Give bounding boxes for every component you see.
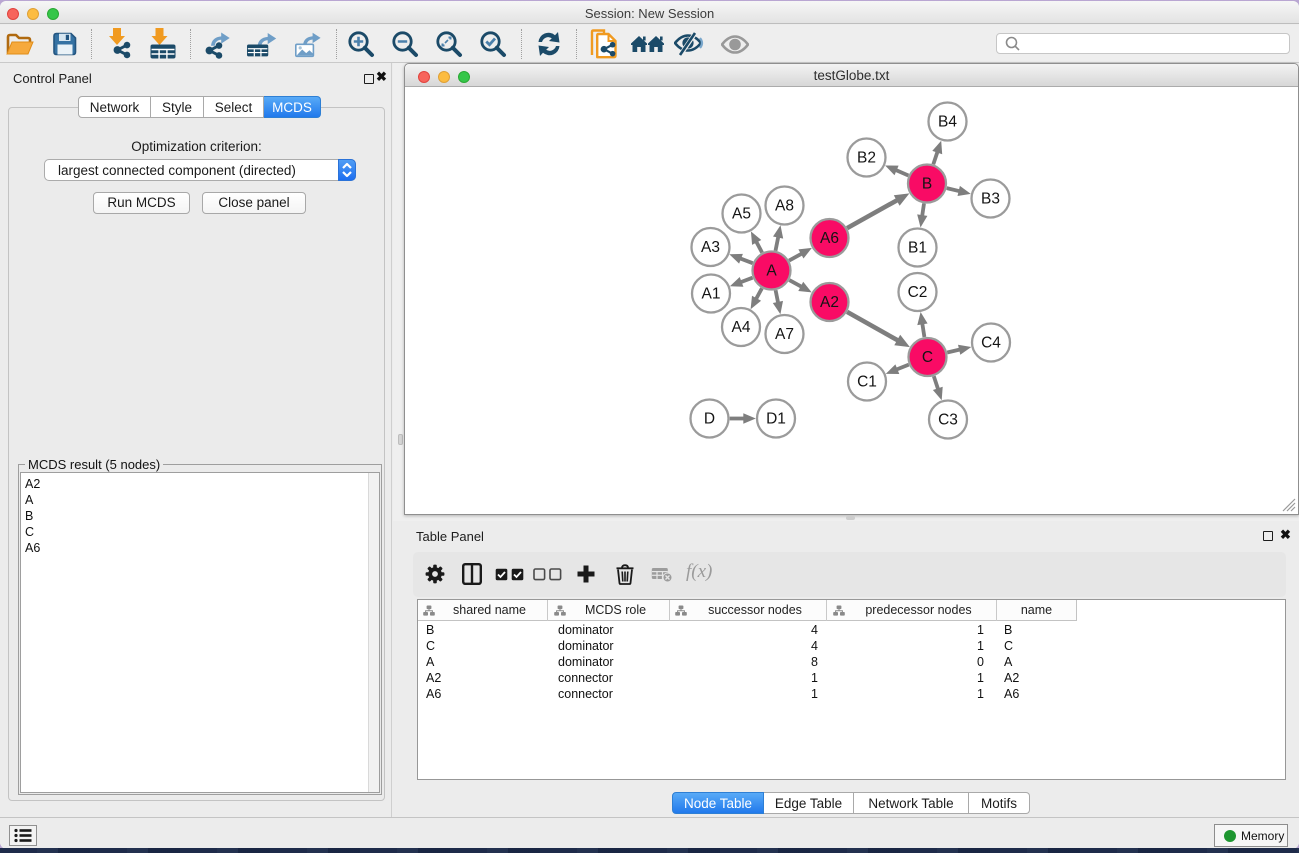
svg-text:A1: A1: [702, 286, 721, 303]
svg-text:A2: A2: [820, 294, 839, 311]
svg-text:B4: B4: [938, 114, 957, 131]
svg-text:B: B: [922, 176, 932, 193]
svg-text:C4: C4: [981, 335, 1001, 352]
svg-text:D: D: [704, 411, 715, 428]
svg-text:A: A: [766, 263, 777, 280]
svg-text:B1: B1: [908, 240, 927, 257]
svg-text:C3: C3: [938, 412, 958, 429]
svg-text:A7: A7: [775, 326, 794, 343]
svg-text:C2: C2: [908, 284, 928, 301]
svg-text:C: C: [922, 349, 933, 366]
svg-text:B3: B3: [981, 191, 1000, 208]
svg-text:B2: B2: [857, 150, 876, 167]
svg-text:A4: A4: [732, 319, 751, 336]
svg-text:A5: A5: [732, 206, 751, 223]
svg-text:A8: A8: [775, 198, 794, 215]
svg-text:A3: A3: [701, 239, 720, 256]
svg-text:C1: C1: [857, 374, 877, 391]
svg-text:A6: A6: [820, 230, 839, 247]
svg-text:D1: D1: [766, 411, 786, 428]
